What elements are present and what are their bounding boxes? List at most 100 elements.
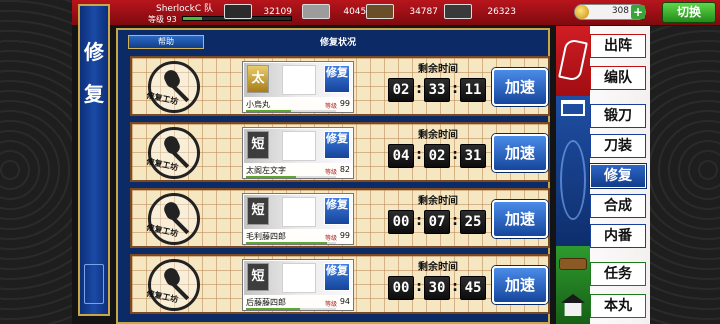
portrait-placeholder [282, 131, 316, 161]
timer-hours: 00 [388, 276, 414, 300]
hp-bar-fill [246, 110, 291, 112]
coin-value: 308 [611, 6, 629, 16]
timer-hours: 02 [388, 78, 414, 102]
hp-bar-fill [246, 176, 296, 178]
menu-sortie-button[interactable]: 出阵 [590, 34, 646, 58]
level-label: 等级 [148, 15, 164, 24]
gate-icon [561, 100, 585, 116]
repair-slot: 修复工坊 太 修复 小烏丸 等级 99 剩余时间 02 : 33 : 11 加速 [130, 56, 550, 116]
menu-citadel-button[interactable]: 本丸 [590, 294, 646, 318]
sword-card[interactable]: 短 修复 太阁左文字 等级 82 [242, 127, 354, 179]
level-label: 等级 [324, 301, 337, 308]
repairing-tag: 修复 [324, 263, 350, 291]
experience-bar-fill [183, 17, 203, 20]
player-name-line: SherlockC 队 [156, 1, 213, 14]
level-value: 93 [166, 15, 177, 24]
accelerate-button[interactable]: 加速 [492, 266, 548, 304]
menu-repair-button[interactable]: 修复 [590, 164, 646, 188]
whetstone-icon [444, 4, 472, 19]
left-background-pattern [0, 0, 72, 324]
player-name-suffix: 队 [203, 4, 213, 14]
top-bar: SherlockC 队 等级 93 32109 40455 34787 26323 3… [72, 0, 720, 26]
player-level: 等级 93 [148, 14, 177, 25]
timer-colon: : [452, 279, 458, 295]
timer-hours: 04 [388, 144, 414, 168]
accelerate-button[interactable]: 加速 [492, 134, 548, 172]
repairing-tag: 修复 [324, 197, 350, 225]
panel-title: 修复状况 [319, 38, 356, 48]
timer-hours: 00 [388, 210, 414, 234]
page-title-char-2: 复 [84, 82, 104, 106]
repair-status-panel: 帮助 修复状况 修复工坊 太 修复 小烏丸 等级 99 剩余时间 02 : 33… [116, 28, 550, 324]
sword-type-badge: 短 [247, 197, 269, 225]
accelerate-button[interactable]: 加速 [492, 68, 548, 106]
sword-type-badge: 短 [247, 263, 269, 291]
sword-name: 小烏丸 [246, 100, 270, 109]
help-button[interactable]: 帮助 [128, 35, 204, 49]
castle-icon [561, 294, 585, 316]
page-title-banner: 修 复 [78, 4, 110, 316]
sword-level: 99 [339, 231, 350, 240]
resource-value: 34787 [409, 7, 438, 17]
timer-seconds: 31 [460, 144, 486, 168]
timer-colon: : [416, 147, 422, 163]
repair-slot: 修复工坊 短 修复 太阁左文字 等级 82 剩余时间 04 : 02 : 31 … [130, 122, 550, 182]
buy-coins-button[interactable]: + [631, 5, 645, 19]
sword-card[interactable]: 太 修复 小烏丸 等级 99 [242, 61, 354, 113]
accelerate-button[interactable]: 加速 [492, 200, 548, 238]
timer-minutes: 02 [424, 144, 450, 168]
banner-emblem-icon [84, 264, 104, 304]
repair-slot: 修复工坊 短 修复 后藤藤四郎 等级 94 剩余时间 00 : 30 : 45 … [130, 254, 550, 314]
portrait-placeholder [282, 65, 316, 95]
timer-minutes: 33 [424, 78, 450, 102]
menu-quests-button[interactable]: 任务 [590, 262, 646, 286]
wave-pattern-icon [560, 140, 586, 220]
charcoal-icon [224, 4, 252, 19]
timer-colon: : [416, 279, 422, 295]
menu-equipment-button[interactable]: 刀装 [590, 134, 646, 158]
repairing-tag: 修复 [324, 131, 350, 159]
right-background-pattern [648, 0, 720, 324]
sword-name: 太阁左文字 [246, 166, 286, 175]
timer-minutes: 07 [424, 210, 450, 234]
repairing-tag: 修复 [324, 65, 350, 93]
sword-card[interactable]: 短 修复 毛利藤四郎 等级 99 [242, 193, 354, 245]
portrait-placeholder [282, 263, 316, 293]
scroll-icon [559, 258, 587, 270]
coin-counter: 308 + [574, 4, 646, 20]
sword-portrait: 短 修复 [244, 129, 352, 163]
hp-bar [246, 308, 336, 310]
menu-facility-group-decoration [556, 96, 590, 246]
menu-chores-button[interactable]: 内番 [590, 224, 646, 248]
sword-name: 后藤藤四郎 [246, 298, 286, 307]
page-title-char-1: 修 [84, 40, 104, 64]
menu-formation-button[interactable]: 编队 [590, 66, 646, 90]
sword-level: 94 [339, 297, 350, 306]
battle-emblem-icon [558, 38, 588, 82]
sword-card[interactable]: 短 修复 后藤藤四郎 等级 94 [242, 259, 354, 311]
timer-colon: : [452, 147, 458, 163]
menu-fusion-button[interactable]: 合成 [590, 194, 646, 218]
sword-name: 毛利藤四郎 [246, 232, 286, 241]
menu-sortie-group-decoration [556, 26, 590, 96]
timer-seconds: 11 [460, 78, 486, 102]
remaining-time-label: 剩余时间 [418, 262, 458, 273]
hp-bar-fill [246, 308, 300, 310]
level-label: 等级 [324, 103, 337, 110]
timer-seconds: 25 [460, 210, 486, 234]
hp-bar-fill [246, 242, 327, 244]
sword-portrait: 短 修复 [244, 195, 352, 229]
timer-colon: : [452, 213, 458, 229]
hp-bar [246, 110, 336, 112]
coin-icon [575, 5, 589, 19]
remaining-time-label: 剩余时间 [418, 196, 458, 207]
coolant-icon [366, 4, 394, 19]
remaining-time-label: 剩余时间 [418, 64, 458, 75]
sword-level: 82 [339, 165, 350, 174]
panel-header: 帮助 修复状况 [118, 30, 548, 52]
switch-button[interactable]: 切换 [662, 2, 716, 23]
sword-level: 99 [339, 99, 350, 108]
sword-type-badge: 短 [247, 131, 269, 159]
menu-forge-button[interactable]: 锻刀 [590, 104, 646, 128]
portrait-placeholder [282, 197, 316, 227]
